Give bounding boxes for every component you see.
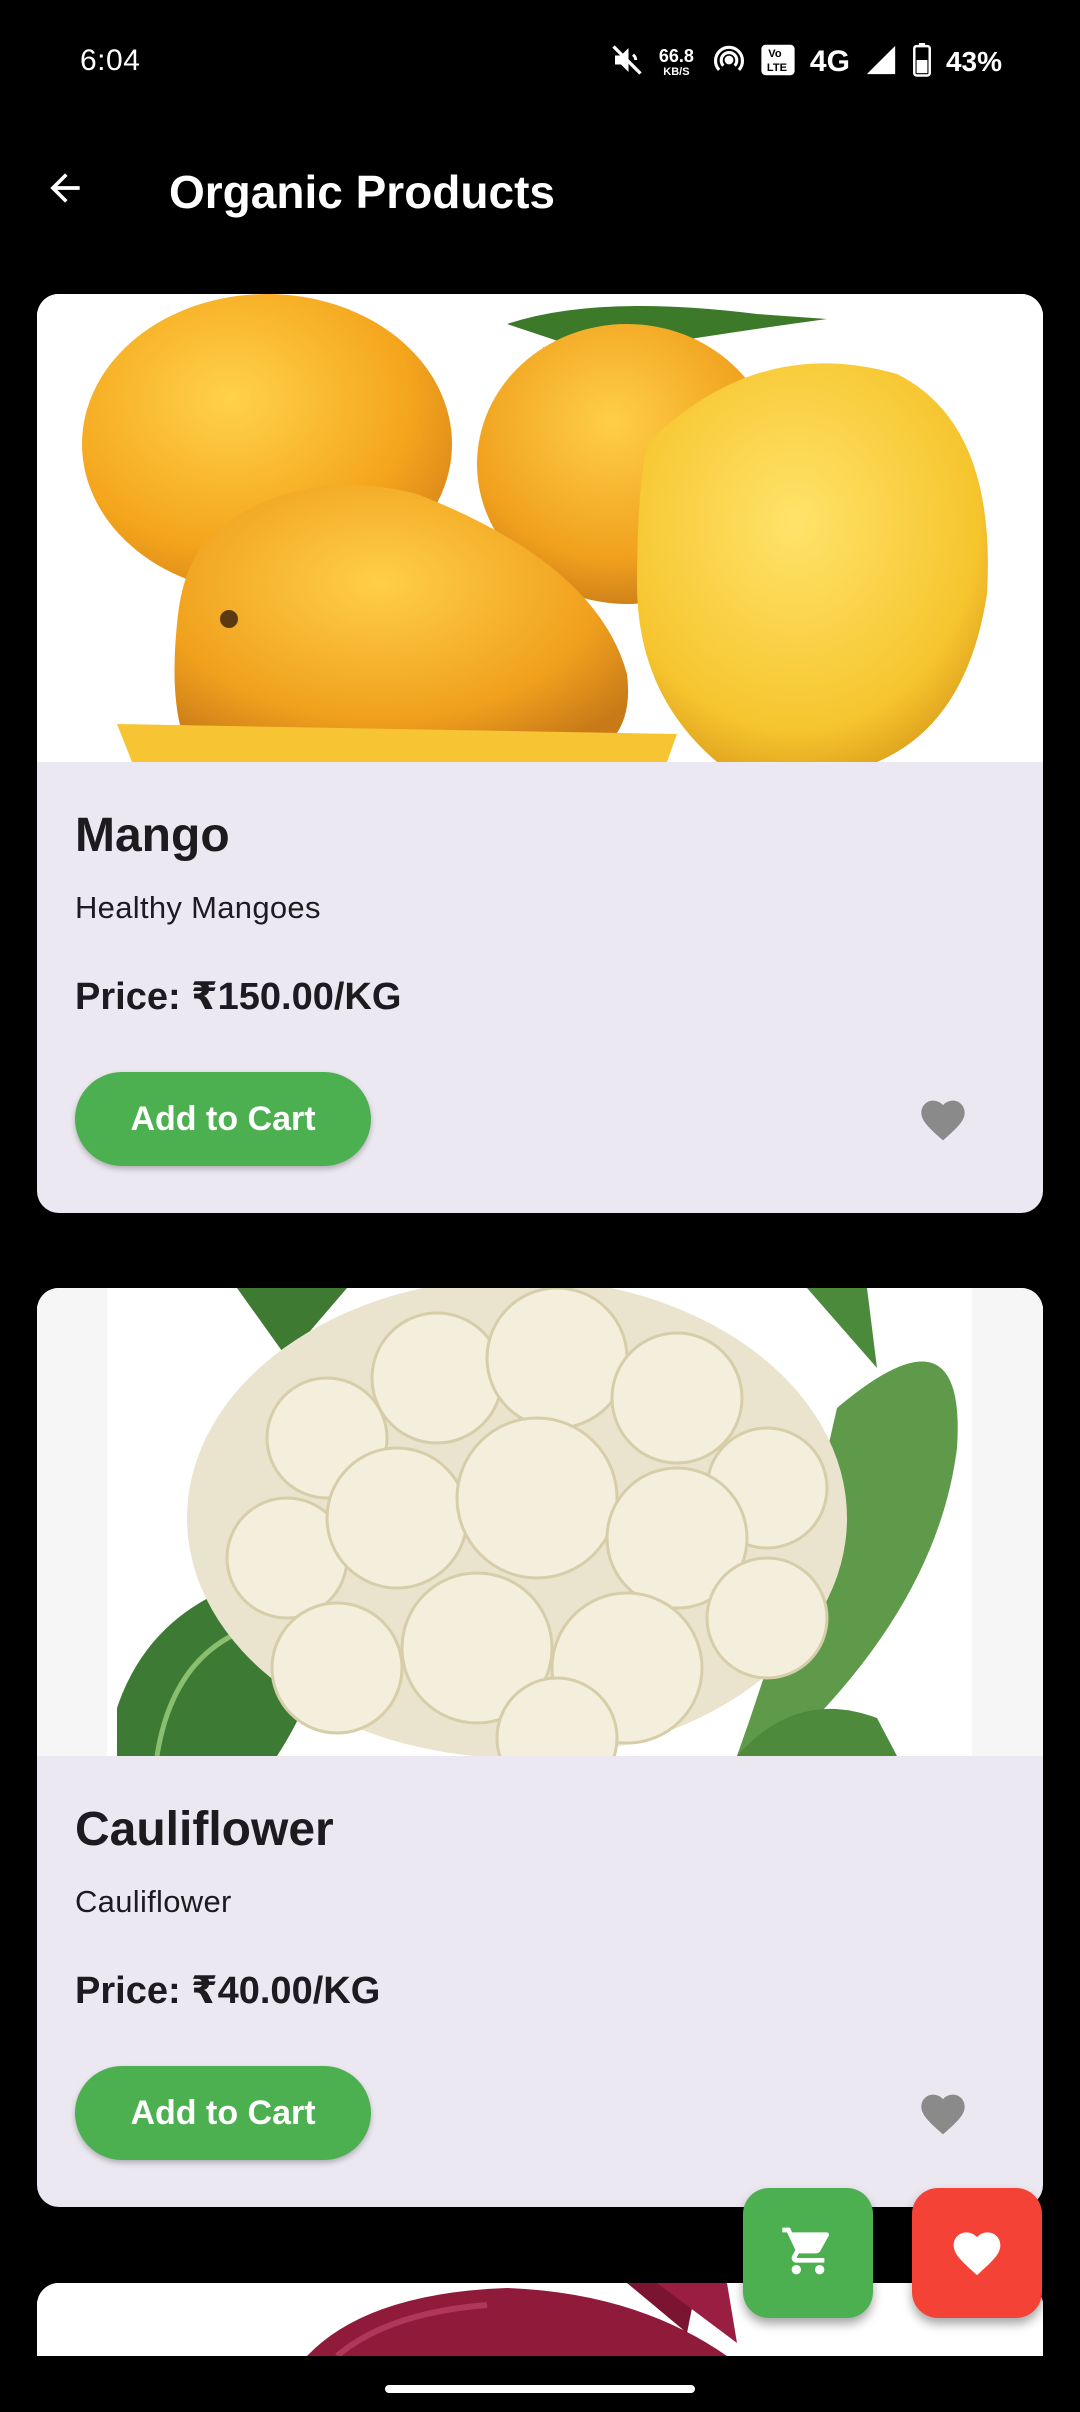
mute-icon bbox=[609, 42, 645, 83]
product-image-mango bbox=[37, 294, 1043, 762]
product-name: Cauliflower bbox=[75, 1803, 334, 1856]
status-bar: 6:04 66.8 KB/S Vo LTE 4G 43% bbox=[0, 0, 1080, 125]
battery-icon bbox=[912, 42, 932, 82]
hotspot-icon bbox=[712, 43, 746, 82]
product-image-beetroot bbox=[37, 2283, 1043, 2356]
product-price: Price: ₹150.00/KG bbox=[75, 976, 402, 1018]
product-description: Cauliflower bbox=[75, 1884, 232, 1919]
product-card-mango: Mango Healthy Mangoes Price: ₹150.00/KG … bbox=[37, 294, 1043, 1213]
favorite-button[interactable] bbox=[913, 2086, 973, 2142]
net-speed-unit: KB/S bbox=[663, 65, 690, 78]
net-speed: 66.8 KB/S bbox=[659, 47, 694, 78]
status-time: 6:04 bbox=[80, 44, 141, 77]
back-button[interactable] bbox=[30, 155, 100, 225]
battery-level: 43% bbox=[945, 46, 1002, 77]
add-to-cart-button[interactable]: Add to Cart bbox=[75, 1072, 371, 1166]
product-card-beetroot bbox=[37, 2283, 1043, 2356]
product-image-cauliflower bbox=[37, 1288, 1043, 1756]
app-bar: Organic Products bbox=[0, 125, 1080, 260]
status-icons: 66.8 KB/S Vo LTE 4G 43% bbox=[609, 40, 1002, 84]
heart-icon bbox=[949, 2225, 1005, 2282]
svg-text:Vo: Vo bbox=[768, 48, 782, 60]
volte-icon: Vo LTE bbox=[760, 43, 796, 82]
product-price: Price: ₹40.00/KG bbox=[75, 1970, 381, 2012]
cart-fab[interactable] bbox=[743, 2188, 873, 2318]
shopping-cart-icon bbox=[780, 2223, 836, 2284]
arrow-back-icon bbox=[43, 166, 87, 215]
svg-text:LTE: LTE bbox=[767, 62, 787, 74]
home-indicator[interactable] bbox=[385, 2385, 695, 2393]
signal-icon bbox=[864, 43, 898, 82]
favorite-button[interactable] bbox=[913, 1092, 973, 1148]
heart-icon bbox=[917, 2088, 969, 2141]
heart-icon bbox=[917, 1094, 969, 1147]
product-card-cauliflower: Cauliflower Cauliflower Price: ₹40.00/KG… bbox=[37, 1288, 1043, 2207]
net-speed-value: 66.8 bbox=[658, 45, 694, 66]
product-name: Mango bbox=[75, 809, 230, 862]
favorites-fab[interactable] bbox=[912, 2188, 1042, 2318]
add-to-cart-button[interactable]: Add to Cart bbox=[75, 2066, 371, 2160]
page-title: Organic Products bbox=[169, 166, 555, 218]
product-description: Healthy Mangoes bbox=[75, 890, 321, 925]
network-type: 4G bbox=[809, 45, 850, 78]
